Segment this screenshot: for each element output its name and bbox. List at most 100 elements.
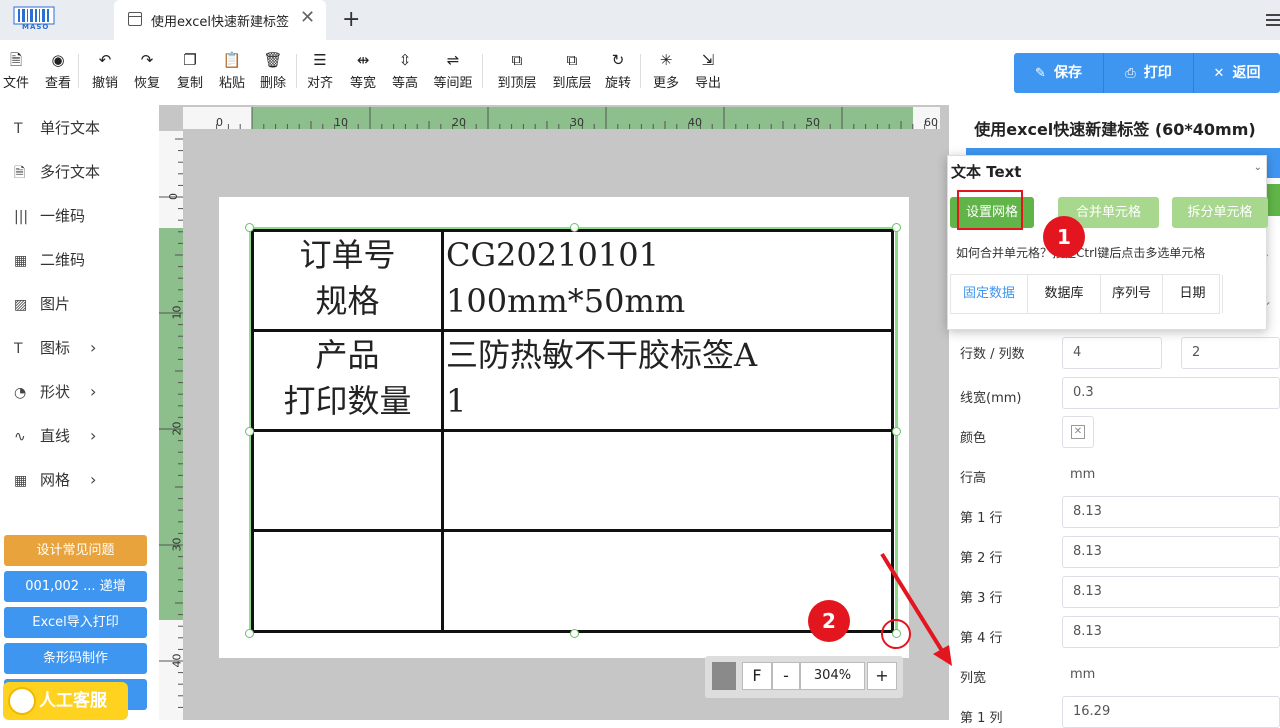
red-arrow-annotation [880, 552, 952, 666]
resize-handle[interactable] [570, 223, 579, 232]
sidebar-item-label: 直线 [40, 427, 71, 445]
document-tab[interactable]: 使用excel快速新建标签 ✕ [114, 0, 326, 40]
more-icon: ✳ [659, 51, 673, 69]
chevron-right-icon: › [90, 470, 97, 489]
print-button[interactable]: ⎙ 打印 [1104, 53, 1193, 93]
zoom-level[interactable]: 304% [800, 662, 865, 690]
toolbar-redo-button[interactable]: ↷ 恢复 [133, 50, 161, 96]
tab-close-icon[interactable]: ✕ [300, 8, 315, 28]
tab-data-source[interactable]: 固定数据 [951, 275, 1028, 313]
cols-input[interactable]: 2 [1181, 337, 1280, 369]
toolbar-divider [78, 54, 79, 88]
rows-cols-label: 行数 / 列数 [960, 347, 1025, 362]
sidebar-item-line[interactable]: ∿ 直线 › [14, 424, 96, 448]
row-height-input[interactable]: 8.13 [1062, 616, 1280, 648]
resize-handle[interactable] [570, 629, 579, 638]
tab-data-source[interactable]: 日期 [1163, 275, 1223, 313]
toolbar-equal-height-button[interactable]: ⇳ 等高 [391, 50, 419, 96]
toolbar-rotate-button[interactable]: ↻ 旋转 [603, 50, 633, 96]
logo-text: MASO [22, 23, 50, 31]
sidebar-item-barcode[interactable]: ||| 一维码 [14, 204, 85, 228]
chevron-down-icon[interactable]: ⌄ [1254, 162, 1262, 173]
toolbar-divider [296, 54, 297, 88]
new-tab-button[interactable]: + [342, 8, 360, 32]
color-picker[interactable]: ✕ [1062, 416, 1094, 448]
toolbar-trash-button[interactable]: 🗑 删除 [259, 50, 287, 96]
help-button[interactable]: 设计常见问题 [4, 535, 147, 566]
sidebar-item-icon[interactable]: T 图标 › [14, 336, 96, 360]
toolbar-equal-spacing-button[interactable]: ⇌ 等间距 [433, 50, 473, 96]
grid-cell[interactable] [251, 529, 444, 633]
table-row: 产品 打印数量 三防热敏不干胶标签A 1 [251, 329, 894, 432]
help-button[interactable]: 001,002 ... 递增 [4, 571, 147, 602]
toolbar-more-button[interactable]: ✳ 更多 [651, 50, 681, 96]
toolbar-label: 文件 [3, 76, 30, 91]
sidebar-item-qrcode[interactable]: ▦ 二维码 [14, 248, 85, 272]
toolbar-copy-button[interactable]: ❐ 复制 [177, 50, 203, 96]
resize-handle[interactable] [892, 223, 901, 232]
sidebar-item-text[interactable]: T 单行文本 [14, 116, 100, 140]
toolbar-divider [482, 54, 483, 88]
icon-icon: T [14, 341, 23, 357]
horizontal-ruler-ticks [216, 107, 937, 129]
cell-text-line: 三防热敏不干胶标签A [446, 336, 758, 374]
toolbar-bring-front-button[interactable]: ⧉ 到顶层 [494, 50, 540, 96]
table-row [251, 529, 894, 633]
sidebar-item-shape[interactable]: ◔ 形状 › [14, 380, 96, 404]
row-height-input[interactable]: 8.13 [1062, 496, 1280, 528]
grid-cell[interactable]: 订单号 规格 [251, 229, 444, 332]
toolbar-paste-button[interactable]: 📋 粘贴 [218, 50, 246, 96]
menu-icon[interactable] [1266, 14, 1280, 26]
save-button[interactable]: ✎ 保存 [1014, 53, 1103, 93]
toolbar-divider [640, 54, 641, 88]
toolbar-export-button[interactable]: ⇲ 导出 [694, 50, 722, 96]
sidebar-item-multiline-text[interactable]: 🗎 多行文本 [14, 160, 100, 184]
grid-cell[interactable]: 三防热敏不干胶标签A 1 [441, 329, 894, 432]
label-grid-table[interactable]: 订单号 规格 CG20210101 100mm*50mm 产品 打印数量 三防热敏不干胶标签… [251, 229, 894, 633]
chevron-right-icon: › [90, 382, 97, 401]
paste-icon: 📋 [222, 51, 242, 69]
grid-cell[interactable]: 产品 打印数量 [251, 329, 444, 432]
help-button[interactable]: 条形码制作 [4, 643, 147, 674]
help-button[interactable]: Excel导入打印 [4, 607, 147, 638]
customer-service-button[interactable]: 人工客服 [3, 682, 128, 720]
split-cells-button[interactable]: 拆分单元格 [1172, 197, 1268, 228]
customer-service-label: 人工客服 [39, 691, 107, 711]
resize-handle[interactable] [245, 427, 254, 436]
toolbar-file-button[interactable]: 🗎 文件 [3, 50, 29, 96]
rotate-icon: ↻ [611, 51, 625, 69]
ruler-label: 30 [570, 116, 584, 129]
resize-handle[interactable] [245, 223, 254, 232]
toolbar-equal-width-button[interactable]: ⇹ 等宽 [348, 50, 378, 96]
line-width-input[interactable]: 0.3 [1062, 377, 1280, 409]
print-icon: ⎙ [1125, 66, 1136, 81]
grid-cell[interactable] [251, 429, 444, 532]
zoom-fit-button[interactable]: F [742, 662, 772, 690]
zoom-color-swatch[interactable] [712, 662, 736, 690]
tab-data-source[interactable]: 数据库 [1028, 275, 1101, 313]
tab-data-source[interactable]: 序列号 [1101, 275, 1163, 313]
sidebar-item-image[interactable]: ▨ 图片 [14, 292, 70, 316]
rows-input[interactable]: 4 [1062, 337, 1162, 369]
no-color-icon: ✕ [1071, 425, 1085, 439]
resize-handle[interactable] [892, 427, 901, 436]
toolbar-label: 等间距 [433, 76, 473, 91]
toolbar-send-back-button[interactable]: ⧉ 到底层 [549, 50, 595, 96]
zoom-out-button[interactable]: - [772, 662, 800, 690]
grid-cell[interactable] [441, 429, 894, 532]
label-title: 使用excel快速新建标签 (60*40mm) [974, 120, 1256, 139]
grid-cell[interactable]: CG20210101 100mm*50mm [441, 229, 894, 332]
row-height-input[interactable]: 8.13 [1062, 536, 1280, 568]
toolbar-label: 等宽 [349, 76, 376, 91]
chevron-right-icon: › [90, 338, 97, 357]
col-width-input[interactable]: 16.29 [1062, 696, 1280, 728]
sidebar-item-grid[interactable]: ▦ 网格 › [14, 468, 96, 492]
resize-handle[interactable] [245, 629, 254, 638]
toolbar-eye-button[interactable]: ◉ 查看 [44, 50, 72, 96]
row-height-input[interactable]: 8.13 [1062, 576, 1280, 608]
ruler-label: 60 [924, 116, 938, 129]
toolbar-align-button[interactable]: ☰ 对齐 [306, 50, 334, 96]
back-button[interactable]: ✕ 返回 [1194, 53, 1280, 93]
toolbar-undo-button[interactable]: ↶ 撤销 [90, 50, 120, 96]
sidebar-item-label: 图标 [40, 339, 71, 357]
